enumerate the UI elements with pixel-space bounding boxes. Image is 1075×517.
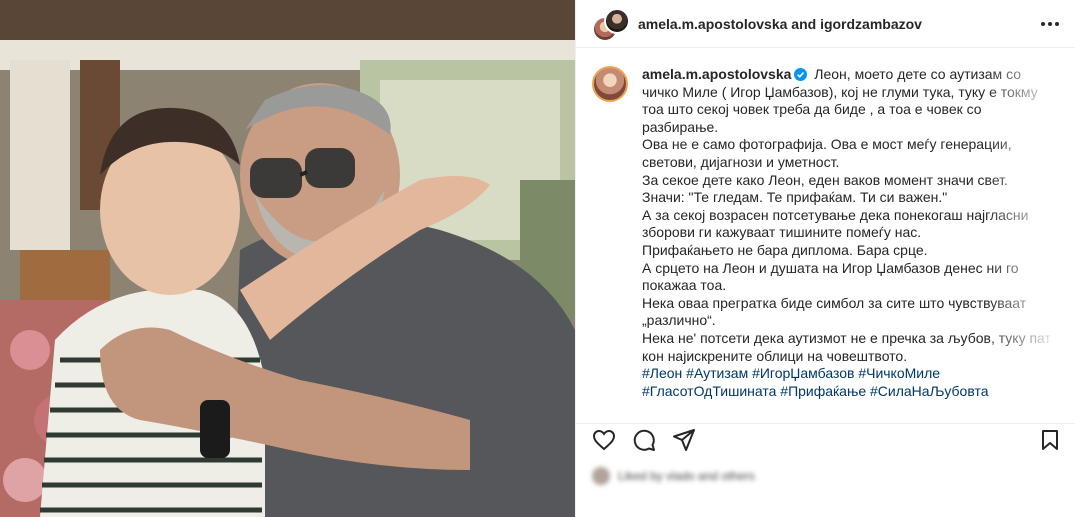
verified-badge-icon (794, 68, 808, 81)
post-header: amela.m.apostolovska and igordzambazov (576, 0, 1075, 48)
caption-line: За секое дете како Леон, еден ваков моме… (642, 171, 1008, 188)
caption-line: Значи: "Те гледам. Те прифаќам. Ти си ва… (642, 189, 948, 206)
caption-line: Нека не' потсети дека аутизмот не е преч… (642, 329, 1051, 346)
caption-line: светови, дијагнози и уметност. (642, 153, 840, 170)
photo-illustration (0, 0, 575, 517)
caption-line: Прифаќањето не бара диплома. Бара срце. (642, 241, 928, 258)
caption-line: тоа што секој човек треба да биде , а то… (642, 101, 982, 118)
caption-line: А за секој возрасен потсетување дека пон… (642, 206, 1029, 223)
avatar[interactable] (592, 66, 628, 102)
caption-line: amela.m.apostolovska Леон, моето дете со… (642, 66, 1040, 84)
caption-line: разбирање. (642, 118, 719, 135)
collab-avatars[interactable] (592, 7, 630, 42)
action-bar (576, 423, 1075, 455)
caption-line: кон најискрените облици на човештвото. (642, 347, 908, 364)
caption-line: покажаа тоа. (642, 277, 727, 294)
caption-line: чичко Миле ( Игор Џамбазов), кој не глум… (642, 83, 1038, 100)
share-icon[interactable] (672, 428, 696, 452)
post-photo[interactable] (0, 0, 575, 517)
caption-username[interactable]: amela.m.apostolovska (642, 66, 791, 82)
caption-text: amela.m.apostolovska Леон, моето дете со… (642, 66, 1051, 401)
caption-area: amela.m.apostolovska Леон, моето дете со… (576, 48, 1075, 410)
hashtags[interactable]: #Леон #Аутизам #ИгорЏамбазов #ЧичкоМиле (642, 365, 1040, 383)
bookmark-icon[interactable] (1038, 428, 1062, 452)
avatar (604, 7, 630, 34)
caption-line: „различно“. (642, 312, 716, 329)
caption: amela.m.apostolovska Леон, моето дете со… (592, 66, 1060, 400)
likes-text: Liked by vlado and others (618, 469, 755, 483)
caption-line: Нека оваа прегратка биде симбол за сите … (642, 294, 1027, 311)
comment-icon[interactable] (632, 428, 656, 452)
caption-line: А срцето на Леон и душата на Игор Џамбаз… (642, 259, 1019, 276)
caption-line: зборови ги кажуваат тишините помеѓу нас. (642, 224, 922, 241)
caption-line-text: Леон, моето дете со аутизам со (814, 66, 1022, 82)
header-usernames[interactable]: amela.m.apostolovska and igordzambazov (638, 16, 1038, 32)
likes-summary[interactable]: Liked by vlado and others (592, 465, 1062, 487)
caption-line: Ова не е само фотографија. Ова е мост ме… (642, 136, 1012, 153)
avatar (592, 467, 610, 485)
hashtags[interactable]: #ГласотОдТишината #Прифаќање #СилаНаЉубо… (642, 383, 1040, 401)
post-panel: amela.m.apostolovska and igordzambazov a… (575, 0, 1075, 517)
more-horizontal-icon[interactable] (1038, 12, 1062, 36)
heart-icon[interactable] (592, 428, 616, 452)
